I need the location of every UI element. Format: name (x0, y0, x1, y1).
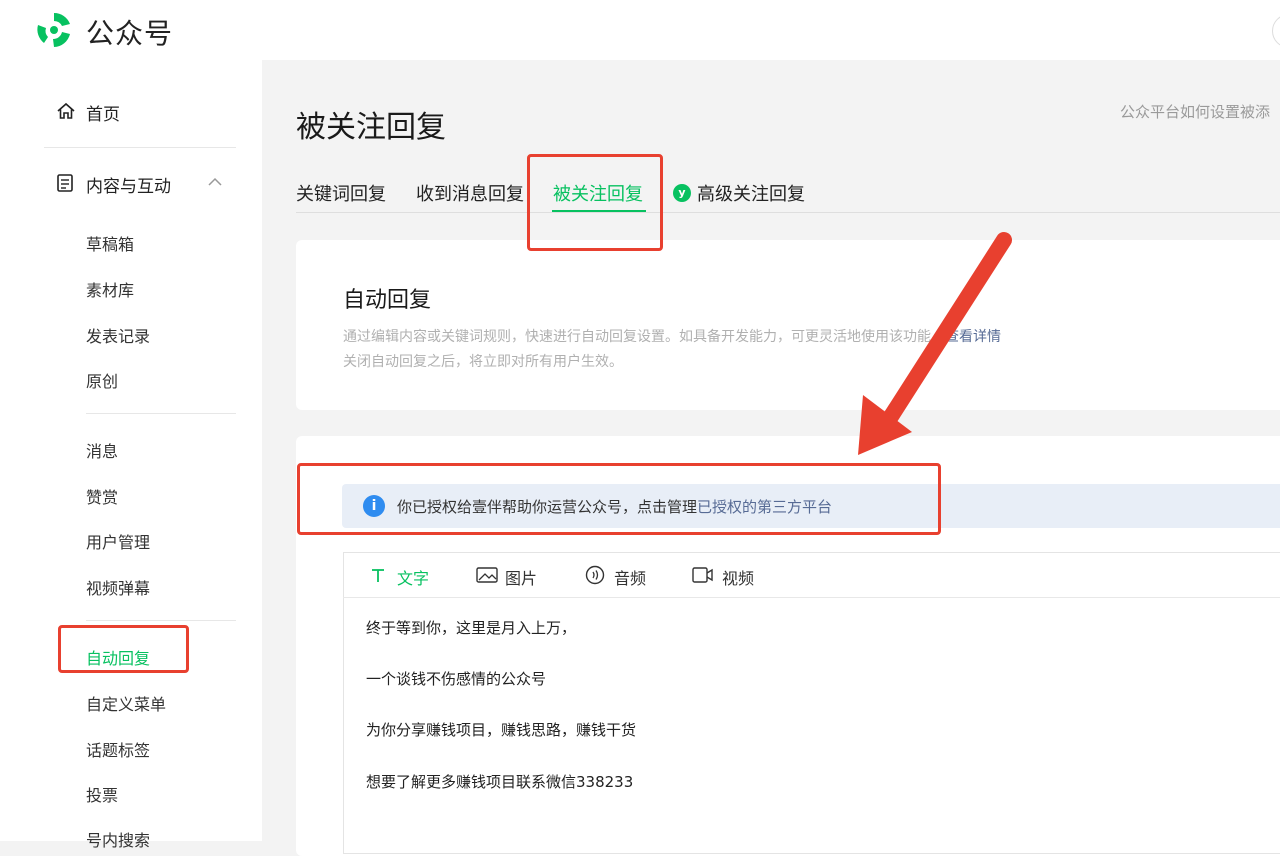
annotation-arrow (858, 232, 1012, 455)
